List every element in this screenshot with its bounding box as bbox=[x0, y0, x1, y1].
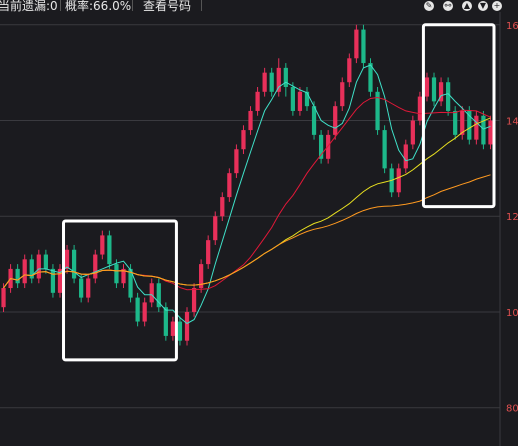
candle-body bbox=[15, 268, 20, 284]
candle-body bbox=[297, 91, 303, 111]
candle-body bbox=[347, 58, 352, 83]
moving-averages bbox=[3, 64, 491, 325]
candle-body bbox=[290, 87, 295, 111]
y-tick-label: 80 bbox=[506, 404, 518, 415]
candle-body bbox=[213, 216, 218, 241]
ma-fast-line bbox=[3, 64, 491, 325]
candle-body bbox=[142, 302, 147, 322]
candle-body bbox=[255, 91, 260, 111]
candle-body bbox=[36, 254, 41, 279]
candles bbox=[1, 24, 493, 346]
candle-body bbox=[149, 283, 154, 303]
candle-body bbox=[184, 311, 190, 341]
candle-body bbox=[382, 130, 387, 169]
candle-body bbox=[170, 321, 176, 336]
candle-body bbox=[446, 82, 451, 111]
candle-body bbox=[64, 249, 70, 269]
candle-body bbox=[417, 96, 423, 121]
y-tick-label: 10 bbox=[506, 308, 518, 319]
ma-long-line bbox=[3, 174, 491, 289]
candle-body bbox=[326, 134, 331, 159]
candle-body bbox=[227, 173, 232, 198]
candle-body bbox=[431, 77, 437, 102]
candle-body bbox=[283, 67, 288, 88]
candle-body bbox=[248, 110, 253, 131]
candle-body bbox=[86, 278, 91, 298]
candle-body bbox=[403, 144, 408, 169]
candle-body bbox=[163, 307, 168, 336]
candle-body bbox=[269, 72, 274, 92]
y-tick-label: 16 bbox=[506, 21, 518, 32]
candle-body bbox=[107, 235, 112, 265]
candle-body bbox=[424, 77, 430, 97]
candle-body bbox=[311, 106, 317, 135]
candle-body bbox=[79, 278, 84, 298]
ma-mid-line bbox=[3, 96, 491, 291]
candle-body bbox=[177, 321, 183, 341]
candle-body bbox=[1, 288, 6, 308]
y-axis-ticks: 16 14 12 10 80 bbox=[506, 21, 518, 415]
candle-body bbox=[361, 29, 366, 64]
candle-body bbox=[262, 72, 267, 92]
candle-body bbox=[488, 120, 493, 145]
candle-body bbox=[241, 130, 246, 150]
candle-body bbox=[453, 110, 458, 135]
candle-body bbox=[50, 268, 56, 293]
candle-body bbox=[93, 254, 98, 279]
candle-body bbox=[114, 264, 119, 284]
candle-body bbox=[410, 120, 415, 145]
candle-body bbox=[206, 240, 211, 265]
candle-body bbox=[135, 297, 140, 322]
candle-body bbox=[22, 259, 27, 284]
candle-body bbox=[396, 168, 401, 193]
y-tick-label: 14 bbox=[506, 117, 518, 128]
candle-body bbox=[234, 149, 239, 174]
candle-body bbox=[71, 249, 77, 279]
candle-body bbox=[191, 288, 197, 312]
ma-slow-line bbox=[3, 117, 491, 289]
candle-body bbox=[340, 82, 345, 107]
candle-body bbox=[474, 115, 479, 140]
candle-body bbox=[43, 254, 48, 269]
candlestick-chart: 16 14 12 10 80 bbox=[0, 12, 518, 446]
candle-body bbox=[220, 197, 225, 217]
candle-body bbox=[333, 106, 338, 135]
candle-body bbox=[304, 91, 310, 107]
candle-body bbox=[100, 235, 105, 255]
candle-body bbox=[276, 67, 281, 92]
candle-body bbox=[354, 29, 359, 59]
y-tick-label: 12 bbox=[506, 212, 518, 223]
